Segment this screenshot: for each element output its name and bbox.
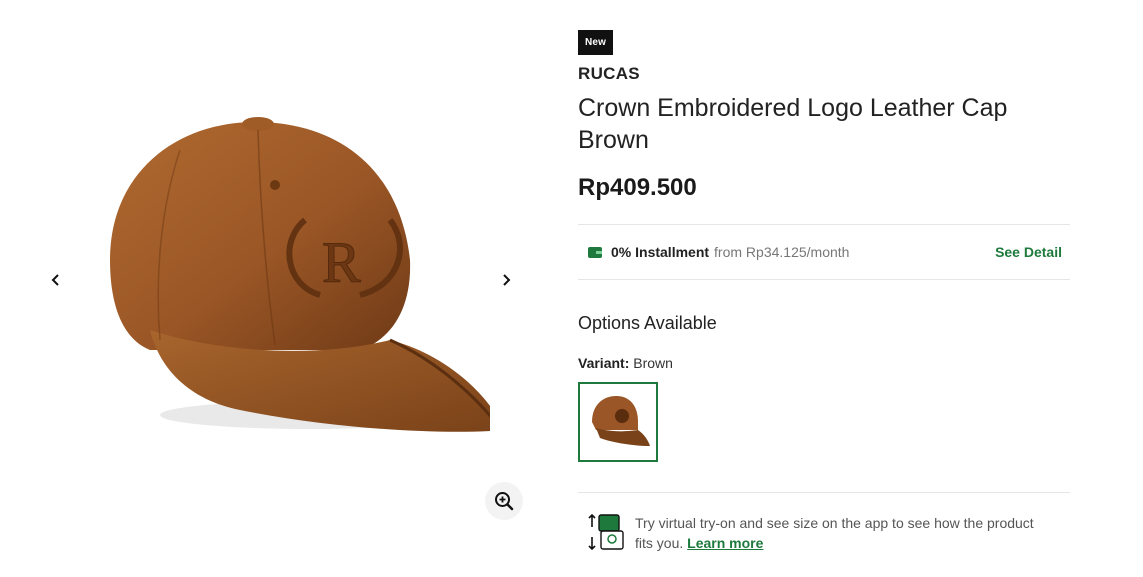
- zoom-button[interactable]: [485, 482, 523, 520]
- installment-detail: from Rp34.125/month: [714, 244, 850, 260]
- product-price: Rp409.500: [578, 174, 697, 201]
- variant-label-key: Variant:: [578, 355, 630, 371]
- product-gallery: R: [30, 50, 540, 520]
- options-title: Options Available: [578, 313, 717, 333]
- new-badge: New: [578, 30, 614, 55]
- virtual-try-on-icon: [588, 513, 624, 551]
- installment-row: 0% Installment from Rp34.125/month See D…: [578, 224, 1070, 280]
- virtual-try-on-text: Try virtual try-on and see size on the a…: [635, 513, 1055, 553]
- zoom-in-icon: [495, 492, 514, 511]
- product-info: New RUCAS Crown Embroidered Logo Leather…: [578, 30, 1070, 553]
- variant-label: Variant: Brown: [578, 355, 1070, 371]
- chevron-right-icon: [503, 274, 511, 286]
- learn-more-link[interactable]: Learn more: [687, 535, 763, 551]
- next-image-button[interactable]: [492, 266, 520, 294]
- variant-thumbnail: [592, 396, 650, 446]
- variant-value: Brown: [633, 355, 673, 371]
- chevron-left-icon: [51, 274, 59, 286]
- svg-text:R: R: [322, 230, 361, 295]
- brand-name[interactable]: RUCAS: [578, 64, 1070, 84]
- see-detail-link[interactable]: See Detail: [995, 244, 1062, 260]
- wallet-icon: [588, 246, 602, 258]
- variant-swatch-brown[interactable]: [578, 382, 658, 462]
- virtual-try-on-banner: Try virtual try-on and see size on the a…: [578, 513, 1070, 553]
- product-image: R: [110, 117, 490, 432]
- product-title: Crown Embroidered Logo Leather Cap Brown: [578, 94, 1008, 154]
- installment-label: 0% Installment: [611, 244, 710, 260]
- prev-image-button[interactable]: [42, 266, 70, 294]
- divider: [578, 492, 1070, 493]
